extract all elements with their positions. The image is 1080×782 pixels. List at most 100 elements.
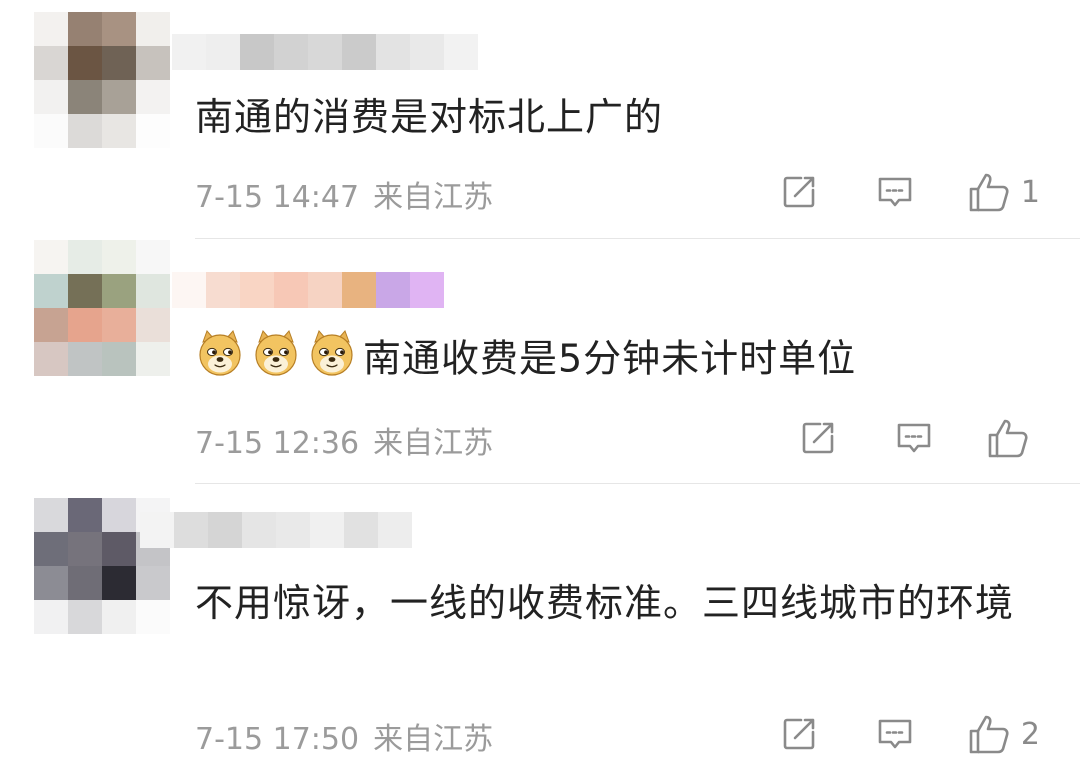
- thumbs-up-icon: [969, 173, 1009, 212]
- username-pixel: [310, 512, 344, 548]
- avatar-pixel: [34, 12, 68, 46]
- avatar-pixel: [34, 498, 68, 532]
- avatar-pixel: [34, 600, 68, 634]
- username-pixel: [206, 272, 240, 308]
- username-pixel: [444, 34, 478, 70]
- avatar[interactable]: [34, 12, 170, 148]
- like-count: 2: [1020, 716, 1040, 752]
- avatar-pixel: [102, 12, 136, 46]
- username-pixel: [276, 512, 310, 548]
- avatar-pixel: [136, 274, 170, 308]
- doge-emoji: [307, 328, 357, 394]
- username-pixel: [242, 512, 276, 548]
- share-button[interactable]: [779, 170, 819, 214]
- avatar-pixel: [136, 114, 170, 148]
- username-pixel: [308, 272, 342, 308]
- comment-time: 7-15 14:47: [195, 180, 360, 215]
- avatar-pixel: [68, 308, 102, 342]
- comment-item: 南通收费是5分钟未计时单位 7-15 12:36 来自江苏: [0, 240, 1080, 484]
- avatar-pixel: [102, 80, 136, 114]
- reply-button[interactable]: [894, 416, 934, 460]
- share-button[interactable]: [779, 712, 819, 756]
- avatar-pixel: [68, 566, 102, 600]
- share-button[interactable]: [798, 416, 838, 460]
- avatar-pixel: [102, 532, 136, 566]
- comment-meta: 7-15 17:50 来自江苏: [195, 714, 493, 758]
- share-icon: [783, 176, 815, 208]
- username-pixel: [174, 512, 208, 548]
- username-pixel: [172, 34, 206, 70]
- avatar-pixel: [102, 240, 136, 274]
- comment-item: 南通的消费是对标北上广的 7-15 14:47 来自江苏 1: [0, 0, 1080, 240]
- username-blurred[interactable]: [140, 512, 412, 548]
- comment-text: 南通的消费是对标北上广的: [195, 95, 664, 139]
- comment-actions: 2: [779, 712, 1040, 756]
- username-pixel: [344, 512, 378, 548]
- avatar-pixel: [102, 308, 136, 342]
- avatar-pixel: [136, 566, 170, 600]
- reply-button[interactable]: [875, 170, 915, 214]
- reply-icon: [878, 719, 912, 749]
- avatar-pixel: [136, 342, 170, 376]
- avatar-pixel: [136, 240, 170, 274]
- thumbs-up-icon: [969, 715, 1009, 754]
- share-icon: [783, 718, 815, 750]
- avatar-pixel: [102, 600, 136, 634]
- comment-time: 7-15 12:36: [195, 426, 360, 461]
- username-pixel: [206, 34, 240, 70]
- avatar-pixel: [68, 532, 102, 566]
- comment-location: 来自江苏: [373, 722, 494, 757]
- comment-text: 南通收费是5分钟未计时单位: [195, 328, 1020, 394]
- username-pixel: [274, 34, 308, 70]
- avatar-pixel: [102, 114, 136, 148]
- avatar-pixel: [68, 342, 102, 376]
- username-pixel: [140, 512, 174, 548]
- like-button[interactable]: [986, 416, 1040, 460]
- avatar-pixel: [34, 80, 68, 114]
- avatar-pixel: [68, 12, 102, 46]
- username-pixel: [410, 34, 444, 70]
- avatar-pixel: [34, 308, 68, 342]
- comment-location: 来自江苏: [373, 426, 494, 461]
- avatar-pixel: [136, 80, 170, 114]
- avatar-pixel: [68, 498, 102, 532]
- avatar-pixel: [68, 114, 102, 148]
- avatar-pixel: [34, 240, 68, 274]
- username-pixel: [274, 272, 308, 308]
- comment-actions: [798, 416, 1040, 460]
- avatar-pixel: [34, 342, 68, 376]
- username-pixel: [376, 34, 410, 70]
- thumbs-up-icon: [988, 419, 1028, 458]
- comment-location: 来自江苏: [373, 180, 494, 215]
- avatar-pixel: [34, 274, 68, 308]
- username-pixel: [410, 272, 444, 308]
- username-pixel: [308, 34, 342, 70]
- reply-icon: [878, 177, 912, 207]
- comment-meta: 7-15 14:47 来自江苏: [195, 172, 493, 216]
- doge-emoji: [195, 328, 245, 394]
- avatar-pixel: [68, 274, 102, 308]
- like-button[interactable]: 2: [967, 712, 1040, 756]
- like-button[interactable]: 1: [967, 170, 1040, 214]
- username-pixel: [342, 272, 376, 308]
- username-pixel: [342, 34, 376, 70]
- comment-item: 不用惊讶，一线的收费标准。三四线城市的环境 7-15 17:50 来自江苏 2: [0, 484, 1080, 782]
- avatar-pixel: [102, 274, 136, 308]
- avatar-pixel: [34, 114, 68, 148]
- comment-text: 不用惊讶，一线的收费标准。三四线城市的环境: [195, 581, 1015, 625]
- reply-button[interactable]: [875, 712, 915, 756]
- username-blurred[interactable]: [172, 34, 478, 70]
- avatar-pixel: [34, 566, 68, 600]
- username-pixel: [240, 34, 274, 70]
- username-blurred[interactable]: [172, 272, 444, 308]
- emoji-row: [195, 330, 363, 381]
- avatar-pixel: [136, 600, 170, 634]
- reply-icon: [897, 423, 931, 453]
- avatar[interactable]: [34, 240, 170, 376]
- username-pixel: [240, 272, 274, 308]
- like-count: 1: [1020, 174, 1040, 210]
- share-icon: [802, 422, 834, 454]
- divider: [195, 238, 1080, 239]
- username-pixel: [376, 272, 410, 308]
- avatar-pixel: [68, 600, 102, 634]
